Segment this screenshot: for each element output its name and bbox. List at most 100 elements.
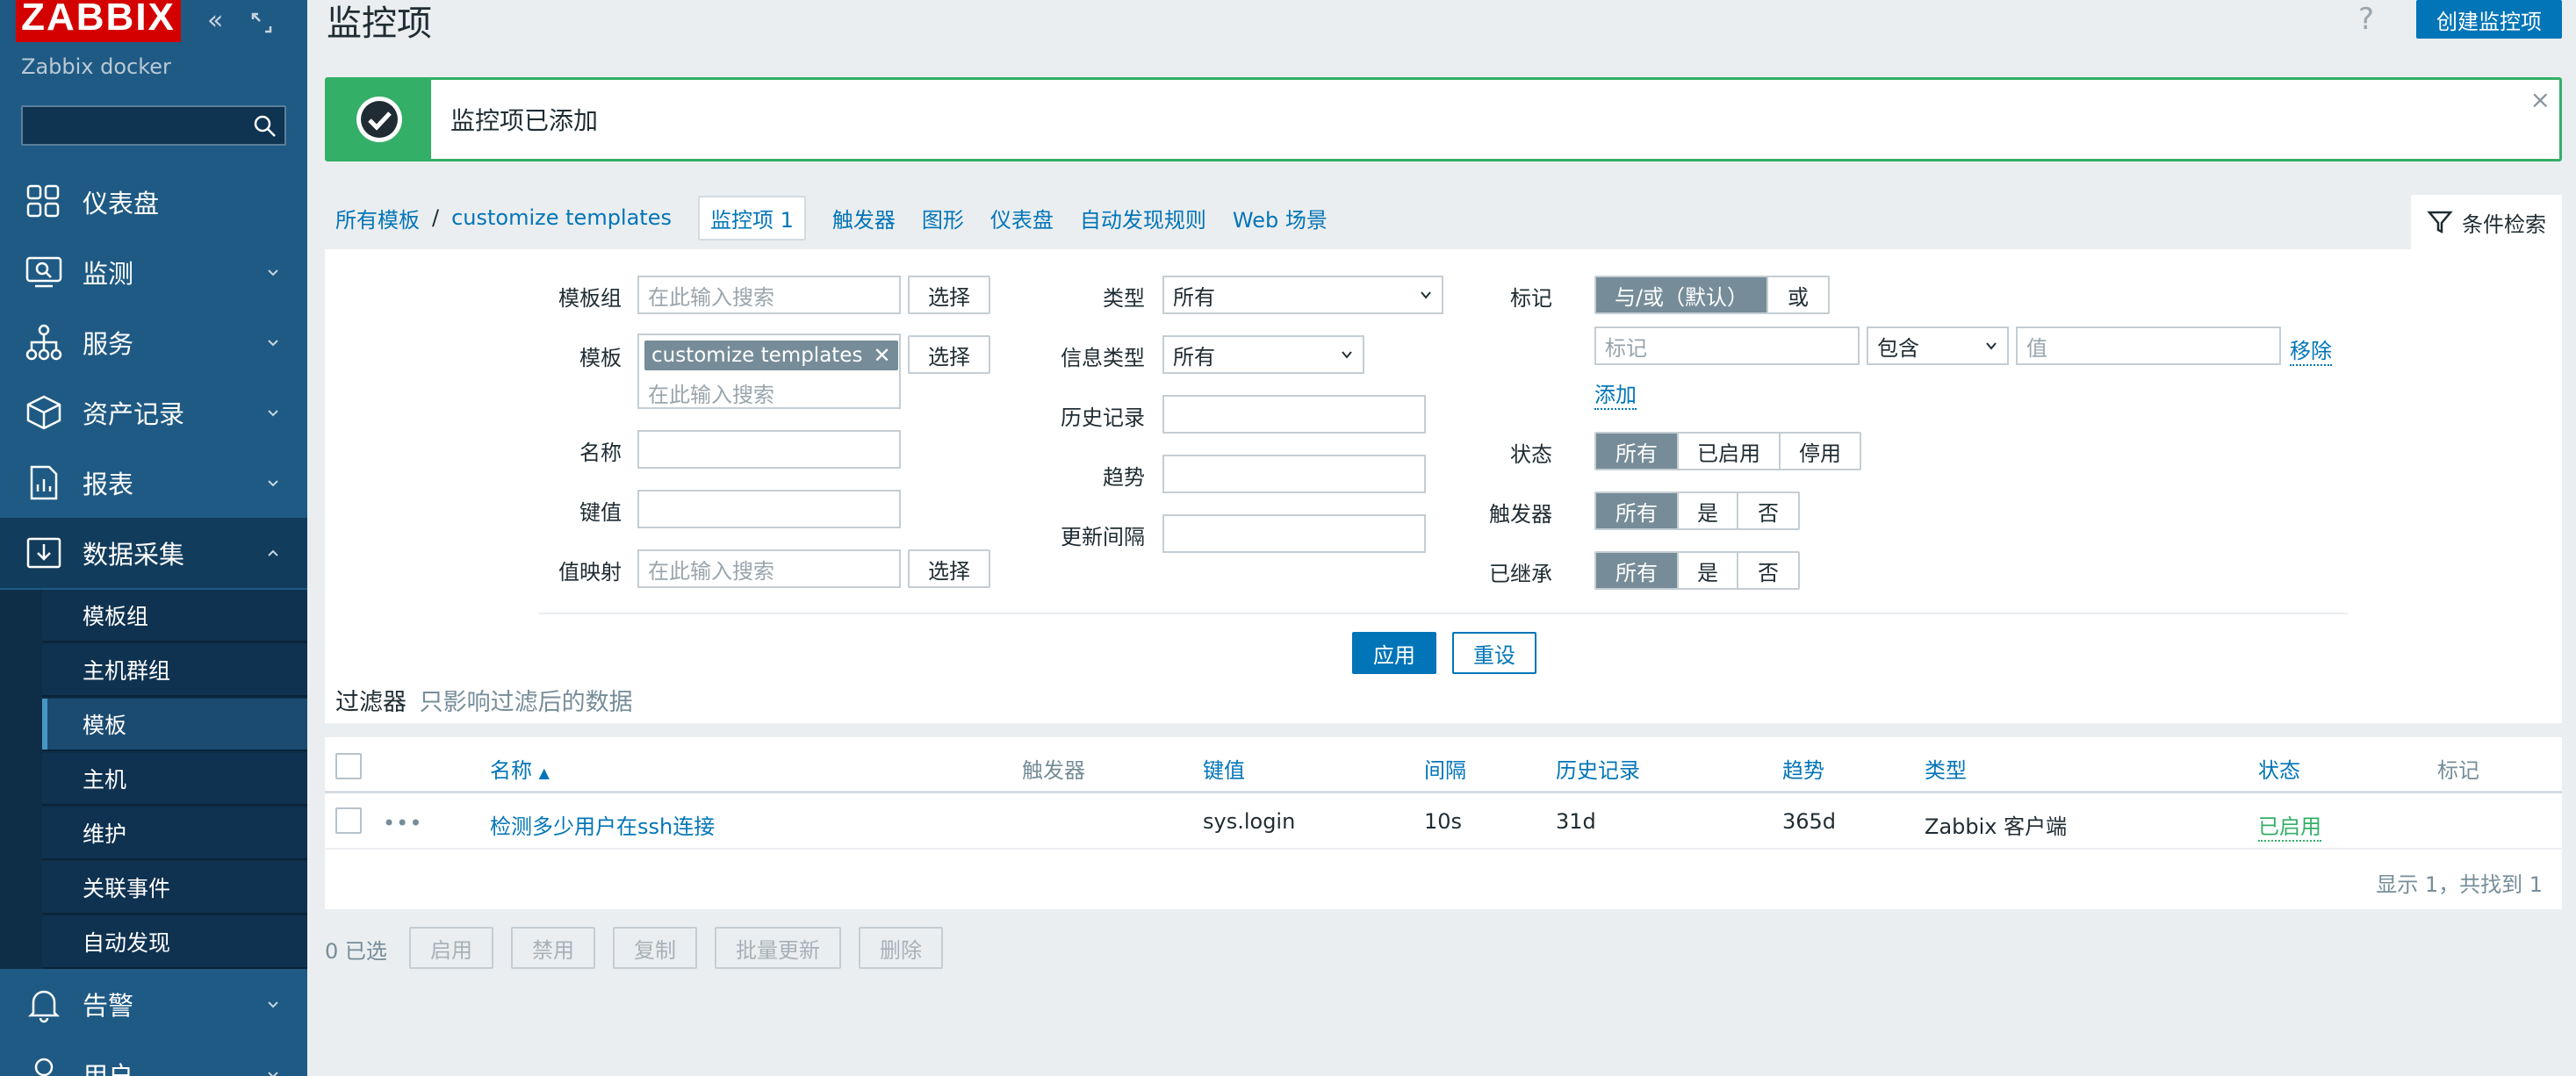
tab-items[interactable]: 监控项 1 [697, 195, 806, 240]
remove-tag-link[interactable]: 移除 [2290, 334, 2332, 366]
inherited-yes[interactable]: 是 [1679, 553, 1738, 588]
submenu-event-correlation[interactable]: 关联事件 [42, 862, 307, 915]
tab-graphs[interactable]: 图形 [922, 203, 964, 233]
message-text: 监控项已添加 [450, 106, 599, 135]
reset-button[interactable]: 重设 [1452, 632, 1536, 674]
select-value-map-button[interactable]: 选择 [908, 549, 990, 588]
enable-button[interactable]: 启用 [409, 927, 493, 969]
tag-value-input[interactable]: 值 [2016, 326, 2281, 365]
nav-item-inventory[interactable]: 资产记录 [0, 377, 307, 448]
column-status[interactable]: 状态 [2258, 753, 2300, 784]
key-input[interactable] [637, 490, 901, 528]
triggers-no[interactable]: 否 [1738, 493, 1798, 528]
status-enabled[interactable]: 已启用 [1679, 434, 1781, 469]
filter-divider [539, 613, 2348, 614]
label-update-interval: 更新间隔 [1061, 525, 1145, 549]
nav-item-monitoring[interactable]: 监测 [0, 237, 307, 307]
select-template-group-button[interactable]: 选择 [908, 276, 990, 314]
template-multiselect[interactable]: customize templates ✕ 在此输入搜索 [637, 334, 901, 409]
select-all-checkbox[interactable] [335, 753, 362, 779]
tag-operator-select[interactable]: 包含 [1867, 326, 2009, 365]
triggers-all[interactable]: 所有 [1596, 493, 1679, 528]
row-checkbox[interactable] [335, 807, 362, 834]
zabbix-logo[interactable]: ZABBIX [16, 0, 181, 42]
label-template-group: 模板组 [558, 286, 622, 311]
tab-triggers[interactable]: 触发器 [832, 203, 896, 233]
nav-item-services[interactable]: 服务 [0, 307, 307, 377]
trends-input[interactable] [1162, 455, 1426, 493]
info-type-select[interactable]: 所有 [1162, 335, 1364, 374]
disable-button[interactable]: 禁用 [511, 927, 595, 969]
placeholder-text: 在此输入搜索 [648, 383, 774, 407]
sidebar-search-input[interactable] [21, 105, 286, 146]
column-key[interactable]: 键值 [1203, 753, 1245, 784]
item-status-toggle[interactable]: 已启用 [2258, 809, 2321, 842]
submenu-template-groups[interactable]: 模板组 [42, 590, 307, 642]
inherited-toggle[interactable]: 所有 是 否 [1594, 551, 1800, 590]
tab-discovery-rules[interactable]: 自动发现规则 [1080, 203, 1206, 233]
delete-button[interactable]: 删除 [859, 927, 943, 969]
name-input[interactable] [637, 430, 901, 469]
submenu-hosts[interactable]: 主机 [42, 753, 307, 806]
remove-chip-icon[interactable]: ✕ [873, 343, 890, 368]
breadcrumb-template[interactable]: customize templates [451, 205, 672, 230]
inherited-all[interactable]: 所有 [1596, 553, 1679, 588]
mass-update-button[interactable]: 批量更新 [715, 927, 841, 969]
column-history[interactable]: 历史记录 [1556, 753, 1640, 784]
placeholder-text: 值 [2026, 335, 2047, 361]
table-header: 名称 ▲ 触发器 键值 间隔 历史记录 趋势 类型 状态 标记 [325, 737, 2562, 793]
item-name-link[interactable]: 检测多少用户在ssh连接 [490, 809, 715, 840]
tags-mode-toggle[interactable]: 与/或（默认） 或 [1594, 276, 1830, 314]
status-toggle[interactable]: 所有 已启用 停用 [1594, 432, 1861, 470]
copy-button[interactable]: 复制 [613, 927, 697, 969]
kiosk-mode-icon[interactable] [249, 5, 274, 43]
nav-item-users[interactable]: 用户 [0, 1039, 307, 1076]
row-menu-icon[interactable]: ••• [383, 811, 422, 836]
nav-item-reports[interactable]: 报表 [0, 448, 307, 518]
table-row: ••• 检测多少用户在ssh连接 sys.login 10s 31d 365d … [325, 793, 2562, 850]
help-icon[interactable]: ? [2358, 2, 2374, 37]
nav-label: 资产记录 [83, 399, 185, 429]
create-item-button[interactable]: 创建监控项 [2416, 0, 2562, 39]
history-input[interactable] [1162, 395, 1426, 434]
apply-button[interactable]: 应用 [1352, 632, 1436, 674]
type-select[interactable]: 所有 [1162, 276, 1443, 314]
select-template-button[interactable]: 选择 [908, 335, 990, 374]
search-icon[interactable] [253, 114, 277, 139]
template-group-input[interactable]: 在此输入搜索 [637, 276, 901, 314]
tab-dashboards[interactable]: 仪表盘 [990, 203, 1054, 233]
column-name-label: 名称 [490, 758, 532, 783]
status-all[interactable]: 所有 [1596, 434, 1679, 469]
column-name[interactable]: 名称 ▲ [490, 753, 550, 784]
submenu-templates[interactable]: 模板 [42, 699, 307, 751]
nav-label: 数据采集 [83, 540, 185, 570]
item-interval: 10s [1424, 809, 1463, 834]
filter-toggle-tab[interactable]: 条件检索 [2411, 195, 2562, 249]
collapse-sidebar-icon[interactable]: « [207, 5, 223, 37]
nav-item-alerts[interactable]: 告警 [0, 969, 307, 1039]
update-interval-input[interactable] [1162, 514, 1426, 553]
tab-web-scenarios[interactable]: Web 场景 [1233, 203, 1328, 233]
column-trends[interactable]: 趋势 [1782, 753, 1824, 784]
column-interval[interactable]: 间隔 [1424, 753, 1466, 784]
label-info-type: 信息类型 [1061, 346, 1145, 370]
triggers-toggle[interactable]: 所有 是 否 [1594, 491, 1800, 530]
tags-mode-or[interactable]: 或 [1768, 277, 1828, 312]
value-map-input[interactable]: 在此输入搜索 [637, 549, 901, 588]
nav-item-dashboards[interactable]: 仪表盘 [0, 167, 307, 237]
label-value-map: 值映射 [558, 560, 622, 585]
inherited-no[interactable]: 否 [1738, 553, 1798, 588]
status-disabled[interactable]: 停用 [1781, 434, 1860, 469]
breadcrumb-all-templates[interactable]: 所有模板 [335, 203, 420, 233]
add-tag-link[interactable]: 添加 [1594, 377, 1637, 410]
close-icon[interactable]: × [2530, 85, 2551, 114]
column-type[interactable]: 类型 [1925, 753, 1967, 784]
nav-item-data-collection[interactable]: 数据采集 [0, 518, 307, 588]
submenu-host-groups[interactable]: 主机群组 [42, 644, 307, 697]
tag-name-input[interactable]: 标记 [1594, 326, 1860, 365]
label-template: 模板 [579, 346, 622, 370]
triggers-yes[interactable]: 是 [1679, 493, 1738, 528]
submenu-discovery[interactable]: 自动发现 [42, 916, 307, 969]
submenu-maintenance[interactable]: 维护 [42, 807, 307, 860]
tags-mode-and-or[interactable]: 与/或（默认） [1596, 277, 1768, 312]
